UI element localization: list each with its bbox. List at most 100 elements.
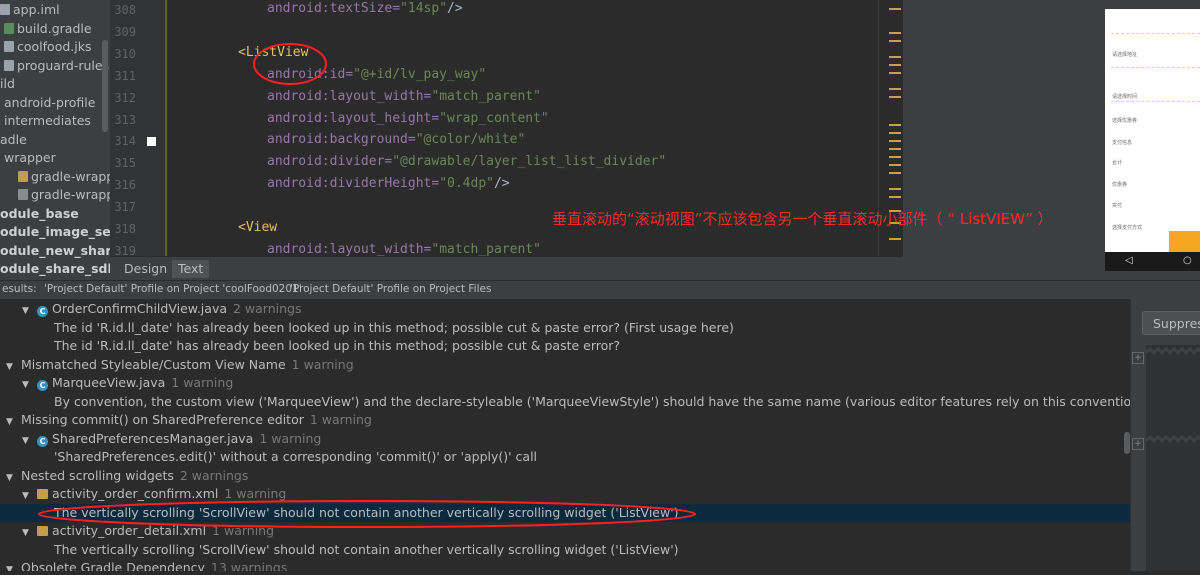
inspection-row[interactable]: ▼ C MarqueeView.java 1 warning <box>0 374 1130 393</box>
code-token-attr: android:textSize= <box>267 1 401 16</box>
inspection-row[interactable]: ▼ Mismatched Styleable/Custom View Name 1 … <box>0 356 1130 375</box>
code-line: android:layout_width="match_parent" <box>267 89 541 104</box>
file-icon <box>0 4 10 15</box>
project-tree[interactable]: app.iml build.gradle coolfood.jks proguard-… <box>0 0 110 282</box>
tree-item[interactable]: build.gradle <box>4 20 92 38</box>
inspection-row[interactable]: The id 'R.id.ll_date' has already been l… <box>0 319 1130 338</box>
profile-files-scope[interactable]: 'Project Default' Profile on Project Fil… <box>290 283 491 295</box>
warning-marker[interactable] <box>889 148 901 150</box>
tree-item[interactable]: app.iml <box>0 1 60 19</box>
line-number: 311 <box>114 68 136 83</box>
tree-item-label: proguard-rules.pro <box>17 57 110 73</box>
tree-item-label: gradle-wrapper.p <box>31 187 110 202</box>
tree-item[interactable]: gradle-wrapper.j <box>18 168 110 186</box>
code-line: android:layout_height="wrap_content" <box>267 111 549 126</box>
warning-marker[interactable] <box>889 140 901 142</box>
line-number: 315 <box>114 156 136 171</box>
inspection-row[interactable]: By convention, the custom view ('Marquee… <box>0 393 1130 412</box>
tree-item[interactable]: coolfood.jks <box>4 38 91 56</box>
inspection-results-list[interactable]: ▼ C OrderConfirmChildView.java 2 warnings Th… <box>0 299 1130 571</box>
code-line: <View <box>238 220 277 235</box>
line-number: 308 <box>114 3 136 17</box>
warning-marker[interactable] <box>889 72 901 74</box>
warning-marker[interactable] <box>889 188 901 190</box>
inspection-row[interactable]: The vertically scrolling 'ScrollView' sh… <box>0 541 1130 560</box>
code-line: android:textSize="14sp"/> <box>267 1 463 16</box>
inspection-results-header: esults: 'Project Default' Profile on Pro… <box>0 280 1200 300</box>
suppress-button[interactable]: Suppress <box>1142 311 1200 335</box>
code-token-val: "match_parent" <box>431 88 541 104</box>
tree-item[interactable]: odule_base <box>0 205 79 223</box>
warning-marker[interactable] <box>889 88 901 90</box>
tree-item[interactable]: odule_image_selecto <box>0 223 110 241</box>
tree-item[interactable]: adle <box>0 131 27 149</box>
java-class-icon: C <box>37 435 48 447</box>
inspection-text: OrderConfirmChildView.java <box>52 301 227 316</box>
tree-item[interactable]: wrapper <box>4 149 56 167</box>
line-number: 318 <box>114 222 136 236</box>
inspection-text: Obsolete Gradle Dependency <box>21 560 205 571</box>
warning-marker[interactable] <box>889 96 901 98</box>
tab-text[interactable]: Text <box>172 260 210 278</box>
inspection-row[interactable]: ▼ Nested scrolling widgets 2 warnings <box>0 467 1130 486</box>
inspection-row[interactable]: ▼ Missing commit() on SharedPreference ed… <box>0 411 1130 430</box>
tree-item[interactable]: ild <box>0 75 15 93</box>
tree-item[interactable]: gradle-wrapper.p <box>18 186 110 204</box>
tree-item[interactable]: android-profile <box>4 94 95 112</box>
warning-marker[interactable] <box>889 196 901 198</box>
inspection-row[interactable]: ▼ C SharedPreferencesManager.java 1 warning <box>0 430 1130 449</box>
warning-marker[interactable] <box>889 172 901 174</box>
tree-item-label: intermediates <box>4 113 91 128</box>
warning-count: 2 warnings <box>233 301 302 316</box>
tree-item-label: ild <box>0 76 15 91</box>
code-token-val: "0.4dp" <box>439 176 494 192</box>
preview-label: 合计 <box>1112 160 1123 166</box>
warning-count: 1 warning <box>309 412 372 427</box>
warning-marker[interactable] <box>889 156 901 158</box>
warning-marker[interactable] <box>889 8 901 10</box>
warning-marker[interactable] <box>889 56 901 58</box>
expand-icon[interactable]: + <box>1132 352 1144 364</box>
inspection-text: The vertically scrolling 'ScrollView' sh… <box>54 541 679 557</box>
tree-item[interactable]: odule_share_sdk <box>0 260 110 278</box>
warning-marker[interactable] <box>889 124 901 126</box>
breakpoint-icon[interactable] <box>147 137 156 146</box>
project-tree-scrollbar[interactable] <box>102 40 108 132</box>
tree-item-label: odule_new_share_sd <box>0 242 110 258</box>
inspection-row[interactable]: The id 'R.id.ll_date' has already been l… <box>0 337 1130 356</box>
tree-item[interactable]: intermediates <box>4 112 91 130</box>
preview-pay-button <box>1169 231 1200 252</box>
tree-item[interactable]: proguard-rules.pro <box>4 57 110 75</box>
warning-marker[interactable] <box>889 164 901 166</box>
warning-marker[interactable] <box>889 40 901 42</box>
home-icon: ○ <box>1183 255 1192 266</box>
device-nav-bar: ◁ ○ <box>1105 252 1200 271</box>
preview-label: 选择支付方式 <box>1112 225 1143 231</box>
code-token-attr: android:layout_width= <box>267 88 432 104</box>
line-number: 309 <box>114 24 136 39</box>
tree-item[interactable]: odule_new_share_sd <box>0 242 110 260</box>
inspection-row[interactable]: ▼ Obsolete Gradle Dependency 13 warnings <box>0 559 1130 571</box>
code-token-val: "@drawable/layer_list_list_divider" <box>392 154 667 170</box>
detail-zigzag <box>1144 346 1200 444</box>
code-line: android:divider="@drawable/layer_list_li… <box>267 154 666 169</box>
warning-marker[interactable] <box>889 132 901 134</box>
warning-marker[interactable] <box>889 64 901 66</box>
warning-marker[interactable] <box>889 32 901 34</box>
warning-marker[interactable] <box>889 238 901 240</box>
tab-design[interactable]: Design <box>118 260 173 278</box>
inspection-row[interactable]: 'SharedPreferences.edit()' without a cor… <box>0 448 1130 467</box>
inspection-text: MarqueeView.java <box>52 375 166 390</box>
inspection-text: SharedPreferencesManager.java <box>52 430 254 446</box>
expand-arrow-icon[interactable]: ▼ <box>6 561 16 571</box>
tree-item-label: odule_base <box>0 205 79 221</box>
inspection-row[interactable]: ▼ C OrderConfirmChildView.java 2 warnings <box>0 300 1130 319</box>
file-icon <box>4 59 14 71</box>
tree-item-label: app.iml <box>13 2 60 17</box>
tree-item-label: odule_share_sdk <box>0 261 110 276</box>
profile-project-scope[interactable]: 'Project Default' Profile on Project 'co… <box>44 283 302 295</box>
preview-label: 请选择时间 <box>1112 94 1138 100</box>
expand-icon[interactable]: + <box>1132 438 1144 450</box>
preview-label: 请选择地址 <box>1112 52 1138 58</box>
inspection-text: 'SharedPreferences.edit()' without a cor… <box>54 449 538 464</box>
